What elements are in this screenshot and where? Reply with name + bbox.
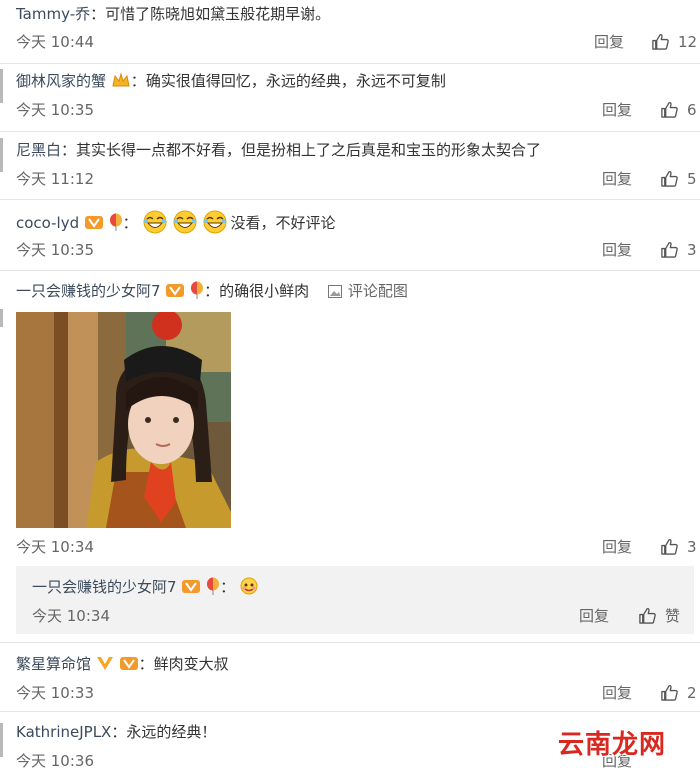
thumbs-up-icon <box>660 537 679 556</box>
sticker-emoji-icon <box>240 577 258 595</box>
comment-picture[interactable] <box>16 312 231 528</box>
reply-button[interactable]: 回复 <box>602 240 632 260</box>
comment-text: 可惜了陈晓旭如黛玉般花期早谢。 <box>105 5 331 23</box>
like-button[interactable]: 5 <box>660 169 697 189</box>
reply-button[interactable]: 回复 <box>602 100 632 120</box>
character-photo <box>16 312 231 528</box>
comment-text: 的确很小鲜肉 <box>219 282 310 300</box>
left-bar <box>0 138 3 172</box>
separator: ： <box>111 723 127 741</box>
nested-reply-time: 今天 10:34 <box>32 607 110 625</box>
like-label: 赞 <box>665 607 681 625</box>
nested-reply-button[interactable]: 回复 <box>579 606 609 626</box>
comment-username[interactable]: KathrineJPLX <box>16 723 111 741</box>
comment-text: 其实长得一点都不好看，但是扮相上了之后真是和宝玉的形象太契合了 <box>76 141 542 159</box>
like-count: 6 <box>687 101 697 119</box>
comment-line: KathrineJPLX：永远的经典！ <box>16 722 216 742</box>
like-count: 3 <box>687 241 697 259</box>
image-tag-label: 评论配图 <box>347 282 408 300</box>
like-button[interactable]: 6 <box>660 100 697 120</box>
comment-text: 鲜肉变大叔 <box>153 655 229 673</box>
nested-reply: 一只会赚钱的少女阿7 ： 今天 10:34 回复 赞 <box>16 566 694 634</box>
like-button[interactable]: 2 <box>660 683 697 703</box>
comment-time: 今天 10:34 <box>16 538 94 556</box>
comment-time: 今天 10:36 <box>16 752 94 770</box>
comment-item: coco-lyd ： 没看，不好评论 今天 10:35 回复 3 <box>0 200 700 271</box>
comment-line: 一只会赚钱的少女阿7 ：的确很小鲜肉 评论配图 <box>16 281 408 301</box>
left-bar <box>0 69 3 103</box>
separator: ： <box>220 578 236 596</box>
comment-text: 永远的经典！ <box>126 723 217 741</box>
comment-time: 今天 10:35 <box>16 101 94 119</box>
comment-username[interactable]: coco-lyd <box>16 214 79 232</box>
thumbs-up-icon <box>660 683 679 702</box>
comment-line: 尼黑白：其实长得一点都不好看，但是扮相上了之后真是和宝玉的形象太契合了 <box>16 140 541 160</box>
thumbs-up-icon <box>651 32 670 51</box>
thumbs-up-icon <box>660 100 679 119</box>
comment-username[interactable]: 繁星算命馆 <box>16 655 91 673</box>
separator: ： <box>138 655 154 673</box>
comment-item: 尼黑白：其实长得一点都不好看，但是扮相上了之后真是和宝玉的形象太契合了 今天 1… <box>0 132 700 200</box>
image-icon <box>327 285 342 298</box>
nested-like-button[interactable]: 赞 <box>638 606 680 626</box>
comment-time: 今天 10:44 <box>16 33 94 51</box>
comment-item: 繁星算命馆 ：鲜肉变大叔 今天 10:33 回复 2 <box>0 642 700 712</box>
balloon-icon <box>109 213 122 231</box>
reply-button[interactable]: 回复 <box>602 537 632 557</box>
balloon-icon <box>191 281 204 299</box>
crown-badge-icon <box>112 72 130 87</box>
nested-reply-line: 一只会赚钱的少女阿7 ： <box>32 577 258 597</box>
comment-username[interactable]: 尼黑白 <box>16 141 61 159</box>
thumbs-up-icon <box>660 240 679 259</box>
comment-line: 御林风家的蟹 ：确实很值得回忆，永远的经典，永远不可复制 <box>16 71 446 91</box>
comment-item: 御林风家的蟹 ：确实很值得回忆，永远的经典，永远不可复制 今天 10:35 回复… <box>0 64 700 132</box>
nested-reply-username[interactable]: 一只会赚钱的少女阿7 <box>32 578 177 596</box>
comment-line: 繁星算命馆 ：鲜肉变大叔 <box>16 654 229 674</box>
separator: ： <box>90 5 106 23</box>
comment-username[interactable]: 御林风家的蟹 <box>16 72 106 90</box>
separator: ： <box>130 72 146 90</box>
comment-time: 今天 10:35 <box>16 241 94 259</box>
reply-button[interactable]: 回复 <box>602 169 632 189</box>
comment-text: 没看，不好评论 <box>230 214 336 232</box>
separator: ： <box>122 214 138 232</box>
level-badge-icon <box>119 657 138 670</box>
separator: ： <box>204 282 220 300</box>
level-badge-icon <box>182 580 201 593</box>
reply-button[interactable]: 回复 <box>602 683 632 703</box>
verified-v-icon <box>96 657 113 670</box>
left-bar <box>0 309 3 327</box>
left-bar <box>0 723 3 757</box>
balloon-icon <box>207 577 220 595</box>
comment-item: Tammy-乔：可惜了陈晓旭如黛玉般花期早谢。 今天 10:44 回复 12 <box>0 0 700 64</box>
like-button[interactable]: 12 <box>651 32 697 52</box>
level-badge-icon <box>84 216 103 229</box>
comment-time: 今天 10:33 <box>16 684 94 702</box>
comment-line: Tammy-乔：可惜了陈晓旭如黛玉般花期早谢。 <box>16 4 330 24</box>
comment-time: 今天 11:12 <box>16 170 94 188</box>
comment-text: 确实很值得回忆，永远的经典，永远不可复制 <box>145 72 446 90</box>
like-button[interactable]: 3 <box>660 537 697 557</box>
like-count: 3 <box>687 538 697 556</box>
level-badge-icon <box>166 284 185 297</box>
laughing-emoji-icon <box>143 210 227 234</box>
reply-button[interactable]: 回复 <box>594 32 624 52</box>
thumbs-up-icon <box>638 606 657 625</box>
separator: ： <box>61 141 77 159</box>
like-button[interactable]: 3 <box>660 240 697 260</box>
like-count: 5 <box>687 170 697 188</box>
like-count: 12 <box>678 33 698 51</box>
comment-image-tag[interactable]: 评论配图 <box>327 282 408 300</box>
like-count: 2 <box>687 684 697 702</box>
comment-username[interactable]: Tammy-乔 <box>16 5 90 23</box>
comment-username[interactable]: 一只会赚钱的少女阿7 <box>16 282 161 300</box>
thumbs-up-icon <box>660 169 679 188</box>
comment-line: coco-lyd ： 没看，不好评论 <box>16 210 335 234</box>
watermark-logo: 云南龙网 <box>557 730 666 760</box>
